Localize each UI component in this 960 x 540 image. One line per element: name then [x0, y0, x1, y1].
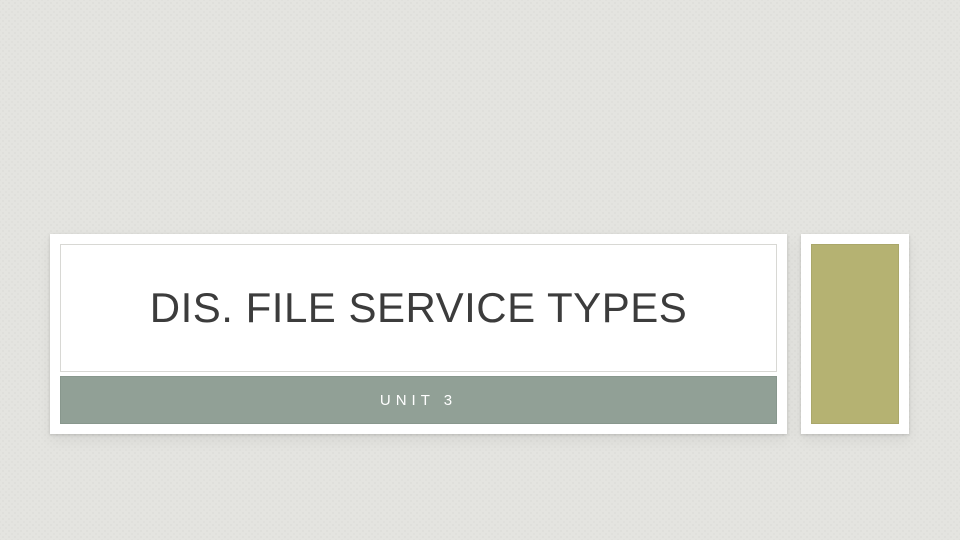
title-panel: DIS. FILE SERVICE TYPES UNIT 3 — [50, 234, 787, 434]
side-panel — [801, 234, 909, 434]
title-area: DIS. FILE SERVICE TYPES — [60, 244, 777, 372]
slide-subtitle: UNIT 3 — [380, 392, 457, 409]
subtitle-band: UNIT 3 — [60, 376, 777, 424]
accent-block — [811, 244, 899, 424]
slide-title: DIS. FILE SERVICE TYPES — [150, 284, 687, 332]
